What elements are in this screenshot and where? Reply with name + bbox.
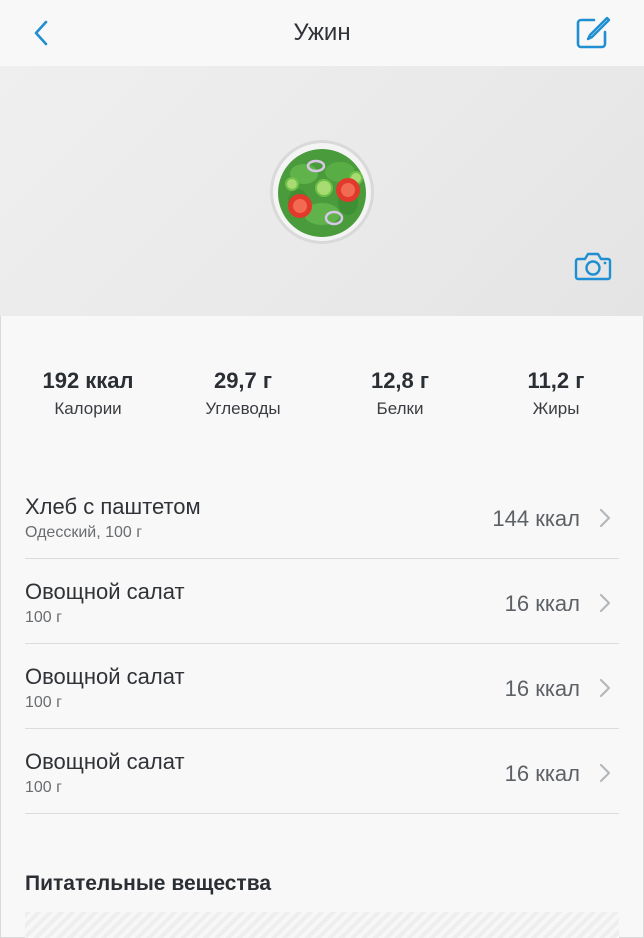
protein-stat: 12,8 г Белки xyxy=(320,368,480,419)
header: Ужин xyxy=(0,0,644,66)
carbs-value: 29,7 г xyxy=(213,368,273,393)
food-item-row[interactable]: Овощной салат 100 г 16 ккал xyxy=(0,729,644,814)
protein-value: 12,8 г xyxy=(370,368,430,393)
food-item-name: Овощной салат xyxy=(25,749,185,774)
food-item-name: Овощной салат xyxy=(25,664,185,689)
food-item-detail: 100 г xyxy=(25,779,62,796)
calories-value: 192 ккал xyxy=(42,368,134,393)
food-item-detail: 100 г xyxy=(25,694,62,711)
camera-icon xyxy=(574,252,612,281)
food-item-detail: 100 г xyxy=(25,609,62,626)
carbs-stat: 29,7 г Углеводы xyxy=(163,368,323,419)
fat-stat: 11,2 г Жиры xyxy=(476,368,636,419)
food-item-name: Хлеб с паштетом xyxy=(25,494,201,519)
add-photo-button[interactable] xyxy=(574,250,612,282)
chevron-right-icon xyxy=(599,678,611,698)
food-list: Хлеб с паштетом Одесский, 100 г 144 ккал… xyxy=(0,474,644,814)
calories-label: Калории xyxy=(54,399,122,418)
chevron-right-icon xyxy=(599,508,611,528)
food-item-name: Овощной салат xyxy=(25,579,185,604)
food-item-calories: 144 ккал xyxy=(492,506,580,531)
chevron-right-icon xyxy=(599,593,611,613)
food-item-row[interactable]: Овощной салат 100 г 16 ккал xyxy=(0,559,644,644)
nutrition-summary: 192 ккал Калории 29,7 г Углеводы 12,8 г … xyxy=(0,368,644,428)
salad-bowl-icon xyxy=(268,138,376,246)
edit-button[interactable] xyxy=(574,14,612,52)
nutrients-placeholder xyxy=(25,912,619,938)
calories-stat: 192 ккал Калории xyxy=(8,368,168,419)
food-item-calories: 16 ккал xyxy=(504,761,580,786)
page-title: Ужин xyxy=(293,19,351,46)
meal-photo-area xyxy=(0,66,644,316)
edit-note-icon xyxy=(576,16,611,49)
protein-label: Белки xyxy=(376,399,424,418)
nutrients-section-title: Питательные вещества xyxy=(25,872,272,895)
food-item-row[interactable]: Овощной салат 100 г 16 ккал xyxy=(0,644,644,729)
chevron-right-icon xyxy=(599,763,611,783)
food-item-calories: 16 ккал xyxy=(504,591,580,616)
carbs-label: Углеводы xyxy=(205,399,281,418)
fat-value: 11,2 г xyxy=(527,368,585,393)
food-item-detail: Одесский, 100 г xyxy=(25,524,143,541)
food-item-row[interactable]: Хлеб с паштетом Одесский, 100 г 144 ккал xyxy=(0,474,644,559)
fat-label: Жиры xyxy=(532,399,580,418)
food-item-calories: 16 ккал xyxy=(504,676,580,701)
row-divider xyxy=(25,813,619,814)
